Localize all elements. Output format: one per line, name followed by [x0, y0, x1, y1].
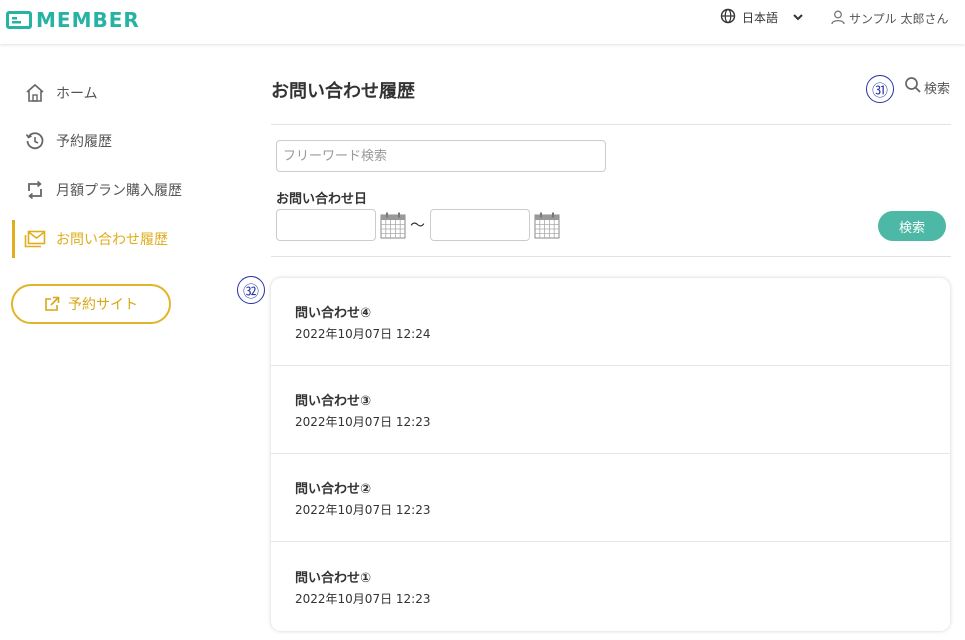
inquiry-list-item[interactable]: 問い合わせ② 2022年10月07日 12:23	[271, 454, 950, 542]
user-name: サンプル 太郎さん	[849, 12, 949, 26]
sidebar-item-reservation-history[interactable]: 予約履歴	[12, 126, 112, 156]
search-toggle-button[interactable]: 検索	[904, 76, 950, 98]
inquiry-list-item[interactable]: 問い合わせ③ 2022年10月07日 12:23	[271, 366, 950, 454]
search-toggle-label: 検索	[924, 81, 951, 97]
calendar-icon[interactable]	[380, 212, 406, 239]
search-button[interactable]: 検索	[878, 211, 946, 241]
sidebar-item-home[interactable]: ホーム	[12, 78, 98, 108]
inquiry-title: 問い合わせ①	[295, 571, 372, 586]
date-from-input[interactable]	[276, 209, 376, 241]
chevron-down-icon	[792, 11, 804, 25]
reservation-site-label: 予約サイト	[68, 297, 138, 313]
inquiry-list-item[interactable]: 問い合わせ① 2022年10月07日 12:23	[271, 543, 950, 631]
divider	[271, 124, 951, 125]
search-icon	[904, 76, 922, 98]
top-header: MEMBER 日本語 サンプル 太郎さん	[0, 0, 965, 44]
mail-icon	[24, 228, 46, 250]
language-label: 日本語	[742, 11, 779, 25]
free-word-search-input[interactable]	[276, 140, 606, 172]
reservation-site-button[interactable]: 予約サイト	[11, 284, 171, 324]
sidebar-item-label: 月額プラン購入履歴	[56, 183, 182, 199]
sidebar-item-label: ホーム	[56, 86, 98, 102]
inquiry-date: 2022年10月07日 12:23	[295, 415, 431, 429]
sidebar-item-inquiry-history[interactable]: お問い合わせ履歴	[12, 220, 168, 258]
globe-icon	[720, 8, 736, 27]
inquiry-title: 問い合わせ②	[295, 482, 372, 497]
divider	[271, 256, 951, 257]
inquiry-title: 問い合わせ③	[295, 394, 372, 409]
user-menu[interactable]: サンプル 太郎さん	[830, 9, 948, 28]
inquiry-list: 問い合わせ④ 2022年10月07日 12:24 問い合わせ③ 2022年10月…	[271, 278, 950, 631]
inquiry-title: 問い合わせ④	[295, 306, 372, 321]
repeat-icon	[24, 179, 46, 201]
inquiry-list-item[interactable]: 問い合わせ④ 2022年10月07日 12:24	[271, 278, 950, 366]
calendar-icon[interactable]	[534, 212, 560, 239]
member-card-icon	[6, 10, 32, 30]
logo-text: MEMBER	[36, 8, 140, 32]
inquiry-date: 2022年10月07日 12:24	[295, 327, 431, 341]
inquiry-date-label: お問い合わせ日	[276, 192, 368, 207]
annotation-marker-31: ㉛	[866, 75, 894, 103]
home-icon	[24, 82, 46, 104]
sidebar-item-plan-history[interactable]: 月額プラン購入履歴	[12, 175, 182, 205]
sidebar-item-label: 予約履歴	[56, 134, 112, 150]
history-icon	[24, 130, 46, 152]
user-icon	[830, 9, 846, 28]
annotation-marker-32: ㉜	[237, 276, 265, 304]
inquiry-date: 2022年10月07日 12:23	[295, 503, 431, 517]
sidebar-item-label: お問い合わせ履歴	[56, 232, 168, 248]
date-to-input[interactable]	[430, 209, 530, 241]
sidebar: ホーム 予約履歴 月額プラン購入履歴 お問い合わせ履歴 予約サイト	[0, 44, 250, 640]
page-title: お問い合わせ履歴	[271, 81, 415, 102]
inquiry-date: 2022年10月07日 12:23	[295, 592, 431, 606]
language-selector[interactable]: 日本語	[720, 8, 804, 27]
range-separator: ～	[410, 216, 426, 234]
external-link-icon	[44, 296, 60, 312]
logo[interactable]: MEMBER	[6, 8, 140, 32]
